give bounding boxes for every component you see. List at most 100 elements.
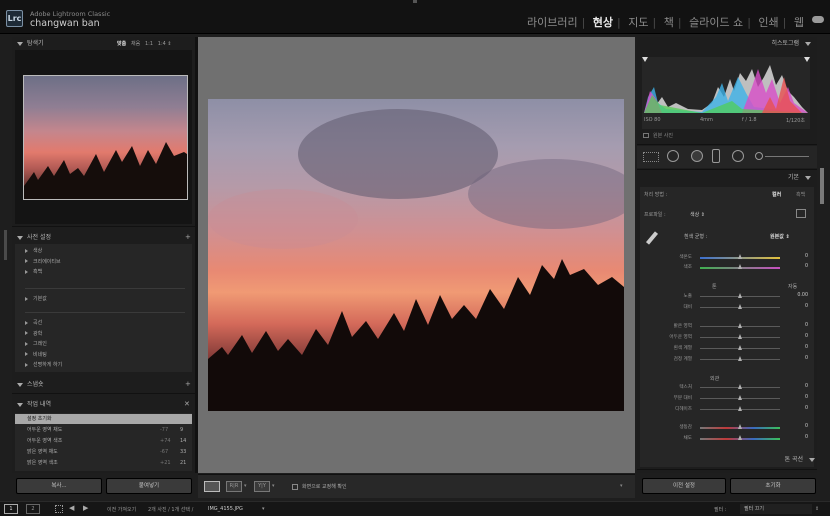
back-arrow-icon[interactable]: ◀ [69,504,74,512]
history-row[interactable]: 어두운 영역 색조 +74 14 [15,436,192,446]
wb-select[interactable]: 원본값 ⇕ [770,233,790,240]
slider-thumb[interactable] [737,356,742,361]
page-1-button[interactable]: 1 [4,504,18,514]
slider-value[interactable]: 0 [788,406,808,411]
snapshots-header[interactable]: 스냅숏 [17,378,192,391]
slider-thumb[interactable] [737,395,742,400]
slider-track[interactable] [700,424,780,429]
slider-value[interactable]: 0 [788,424,808,429]
module-develop[interactable]: 현상 [593,14,613,30]
module-map[interactable]: 지도 [628,14,648,30]
slider-value[interactable]: 0 [788,254,808,259]
tonecurve-header[interactable]: 톤 곡선 [637,453,815,466]
profile-browser-icon[interactable] [796,209,806,218]
filter-select[interactable]: 필터 끄기 [740,504,812,514]
white-balance-eyedropper-icon[interactable] [645,231,659,245]
tone-auto-button[interactable]: 자동 [788,283,797,290]
slider-track[interactable] [700,334,780,339]
zoom-1-4[interactable]: 1:4 [158,41,166,47]
module-print[interactable]: 인쇄 [758,14,778,30]
zoom-fill[interactable]: 채움 [131,41,140,47]
slider-track[interactable] [700,254,780,259]
preset-group[interactable]: 크리에이티브 [25,257,61,268]
basic-header[interactable]: 기본 [637,171,811,184]
forward-arrow-icon[interactable]: ▶ [83,504,88,512]
slider-thumb[interactable] [737,384,742,389]
module-library[interactable]: 라이브러리 [527,14,578,30]
slider-thumb[interactable] [737,435,742,440]
slider-value[interactable]: 0 [788,395,808,400]
slider-track[interactable] [700,406,780,411]
add-preset-icon[interactable]: + [185,233,191,241]
slider-track[interactable] [700,323,780,328]
slider-thumb[interactable] [737,424,742,429]
paste-settings-button[interactable]: 붙여넣기 [106,478,192,494]
slider-track[interactable] [700,395,780,400]
preset-group[interactable]: 기본값 [25,294,47,305]
slider-thumb[interactable] [737,334,742,339]
page-2-button[interactable]: 2 [26,504,40,514]
navigator-preview[interactable] [15,50,192,224]
slider-track[interactable] [700,384,780,389]
graduated-filter-icon[interactable] [712,149,720,163]
crop-icon[interactable] [643,152,659,162]
slider-value[interactable]: 0 [788,334,808,339]
slider-track[interactable] [700,356,780,361]
before-after-icon[interactable]: R|R [226,481,242,492]
add-snapshot-icon[interactable]: + [185,380,191,388]
filter-lock-icon[interactable]: ⇕ [815,506,819,512]
main-photo[interactable] [208,99,624,411]
histogram-header[interactable]: 히스토그램 [637,37,811,50]
history-row[interactable]: 밝은 영역 채도 -67 33 [15,447,192,457]
toolbar-menu-icon[interactable]: ▾ [620,483,623,489]
slider-value[interactable]: 0 [788,384,808,389]
history-row-selected[interactable]: 설정 초기화 [15,414,192,424]
clear-history-icon[interactable]: ✕ [184,400,190,408]
slider-track[interactable] [700,264,780,269]
right-panel-scrollbar[interactable] [820,168,824,204]
module-book[interactable]: 책 [664,14,674,30]
filmstrip-filename[interactable]: IMG_4155.JPG [208,506,243,512]
treatment-color[interactable]: 컬러 [772,191,781,198]
presets-header[interactable]: 사전 설정 [17,231,192,244]
slider-thumb[interactable] [737,254,742,259]
treatment-bw[interactable]: 흑백 [796,191,805,198]
copy-settings-button[interactable]: 복사... [16,478,102,494]
slider-value[interactable]: 0 [788,304,808,309]
preset-group[interactable]: 색상 [25,246,61,257]
loupe-view-icon[interactable] [204,481,220,492]
slider-thumb[interactable] [737,264,742,269]
module-slideshow[interactable]: 슬라이드 쇼 [689,14,743,30]
history-header[interactable]: 작업 내역 [17,398,192,411]
slider-thumb[interactable] [737,293,742,298]
preset-group[interactable]: 흑백 [25,267,61,278]
slider-thumb[interactable] [737,406,742,411]
slider-track[interactable] [700,435,780,440]
red-eye-icon[interactable] [691,150,703,162]
slider-thumb[interactable] [737,304,742,309]
slider-value[interactable]: 0 [788,323,808,328]
slider-track[interactable] [700,345,780,350]
brush-size-slider[interactable] [765,156,809,157]
zoom-fit[interactable]: 맞춤 [117,41,126,47]
chevron-down-icon[interactable]: ▾ [272,483,275,489]
preset-group[interactable]: 곡선 [25,318,62,329]
slider-track[interactable] [700,293,780,298]
previous-settings-button[interactable]: 이전 설정 [642,478,726,494]
soft-proof-checkbox[interactable] [292,484,298,490]
before-after-swap-icon[interactable]: Y|Y [254,481,270,492]
slider-thumb[interactable] [737,323,742,328]
chevron-down-icon[interactable]: ▾ [262,506,265,512]
zoom-1-1[interactable]: 1:1 [145,41,153,47]
profile-select[interactable]: 색상 ⇕ [690,211,705,218]
radial-filter-icon[interactable] [732,150,744,162]
slider-thumb[interactable] [737,345,742,350]
slider-track[interactable] [700,304,780,309]
adjustment-brush-icon[interactable] [755,152,763,160]
slider-value[interactable]: 0 [788,345,808,350]
cloud-icon[interactable] [812,16,824,23]
grid-view-icon[interactable] [55,505,63,513]
original-photo-checkbox[interactable] [643,133,649,138]
reset-button[interactable]: 초기화 [730,478,816,494]
history-row[interactable]: 밝은 영역 색조 +21 21 [15,458,192,468]
